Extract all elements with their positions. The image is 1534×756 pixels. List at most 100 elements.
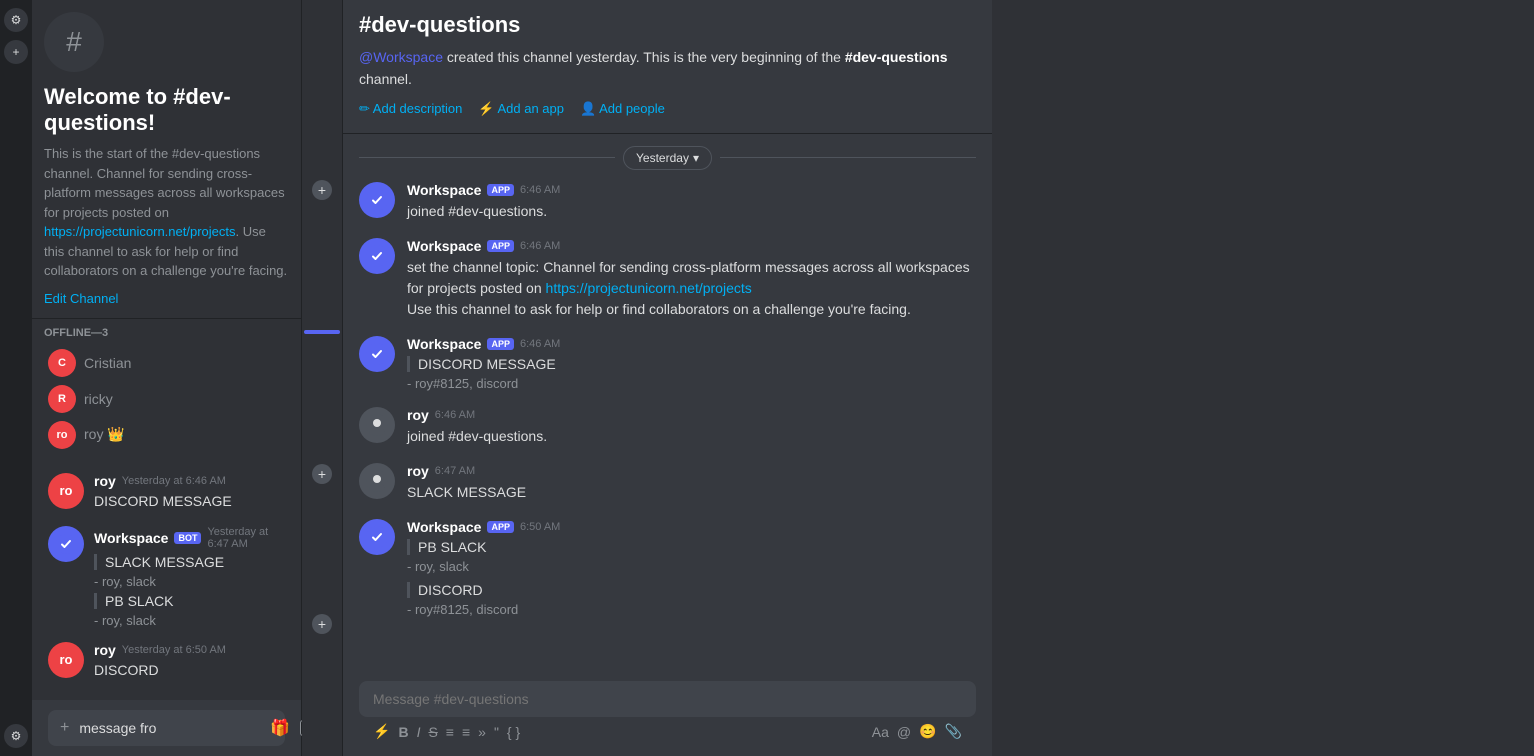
add-app-link[interactable]: ⚡ Add an app [478, 101, 564, 117]
sidebar-icons: ⚙ + ⚙ [0, 0, 32, 756]
quoted-slack: SLACK MESSAGE [94, 554, 285, 570]
toolbar-emoji[interactable]: 😊 [919, 723, 936, 740]
member-ricky[interactable]: R ricky [44, 381, 289, 417]
settings-icon[interactable]: ⚙ [4, 724, 28, 748]
right-input-area: ⚡ B I S ≡ ≡ » " { } Aa @ 😊 📎 [343, 671, 992, 756]
message-input[interactable] [79, 720, 260, 736]
channel-name-bold: #dev-questions [845, 49, 948, 65]
msg-sub-2: - roy, slack [94, 613, 285, 628]
msg-time: Yesterday at 6:47 AM [207, 526, 285, 550]
msg-time: Yesterday at 6:46 AM [122, 475, 226, 487]
toolbar-mention[interactable]: @ [897, 724, 911, 740]
project-link-right[interactable]: https://projectunicorn.net/projects [546, 280, 752, 296]
channel-actions: ✏ Add description ⚡ Add an app 👤 Add peo… [359, 101, 976, 117]
avatar-roy-msg-2: ro [48, 642, 84, 678]
right-msg-author-ws4: Workspace [407, 519, 481, 535]
toolbar-attach[interactable]: 📎 [945, 723, 962, 740]
right-msg-workspace-joined: Workspace APP 6:46 AM joined #dev-questi… [359, 182, 976, 222]
right-avatar-workspace-2 [359, 238, 395, 274]
project-link[interactable]: https://projectunicorn.net/projects [44, 224, 236, 239]
right-quoted-pbslack: PB SLACK [407, 539, 976, 555]
right-msg-time-ws4: 6:50 AM [520, 521, 560, 533]
avatar-cristian: C [48, 349, 76, 377]
right-msg-time-roy: 6:46 AM [435, 409, 475, 421]
toolbar-list2[interactable]: ≡ [462, 724, 470, 740]
quoted-pb-slack: PB SLACK [94, 593, 285, 609]
welcome-title: Welcome to #dev-questions! [44, 84, 289, 136]
right-msg-author-roy-2: roy [407, 463, 429, 479]
right-msg-roy-joined: roy 6:46 AM joined #dev-questions. [359, 407, 976, 447]
msg-text-roy2: DISCORD [94, 660, 285, 681]
gift-icon[interactable]: 🎁 [270, 718, 290, 738]
toolbar-italic[interactable]: I [417, 724, 421, 740]
workspace-mention: @Workspace [359, 49, 443, 65]
add-people-link[interactable]: 👤 Add people [580, 101, 665, 117]
toolbar-list1[interactable]: ≡ [446, 724, 454, 740]
toolbar-strike[interactable]: S [428, 724, 437, 740]
add-description-link[interactable]: ✏ Add description [359, 101, 462, 117]
bot-badge: BOT [174, 532, 201, 544]
right-msg-text: joined #dev-questions. [407, 201, 976, 222]
msg-text: DISCORD MESSAGE [94, 491, 285, 512]
right-panel: #dev-questions @Workspace created this c… [342, 0, 992, 756]
toolbar-bold[interactable]: B [398, 724, 408, 740]
date-divider: Yesterday ▾ [359, 134, 976, 182]
toolbar-bolt[interactable]: ⚡ [373, 723, 390, 740]
right-msg-author: Workspace [407, 182, 481, 198]
toolbar-code[interactable]: { } [507, 724, 520, 740]
toolbar-quote[interactable]: " [494, 724, 499, 740]
right-messages-list: Yesterday ▾ Workspace APP 6:46 AM joined… [343, 134, 992, 671]
message-input-box: + 🎁 GIF 😊 [48, 710, 285, 746]
add-server-button[interactable]: + [4, 40, 28, 64]
toolbar-aa[interactable]: Aa [872, 724, 889, 740]
add-attachment-icon[interactable]: + [60, 719, 69, 737]
app-badge: APP [487, 184, 514, 196]
msg-author: roy [94, 473, 116, 489]
msg-time-roy2: Yesterday at 6:50 AM [122, 644, 226, 656]
right-msg-time: 6:46 AM [520, 184, 560, 196]
plus-column: + + + [302, 0, 342, 756]
right-avatar-workspace-4 [359, 519, 395, 555]
right-input-box [359, 681, 976, 717]
right-msg-author-3: Workspace [407, 336, 481, 352]
right-toolbar: ⚡ B I S ≡ ≡ » " { } Aa @ 😊 📎 [359, 717, 976, 740]
right-message-input[interactable] [373, 691, 962, 707]
msg-author-roy2: roy [94, 642, 116, 658]
avatar-roy-msg: ro [48, 473, 84, 509]
right-msg-time-roy-2: 6:47 AM [435, 465, 475, 477]
plus-button-1[interactable]: + [312, 180, 332, 200]
member-name-cristian: Cristian [84, 355, 131, 371]
right-msg-workspace-650: Workspace APP 6:50 AM PB SLACK - roy, sl… [359, 519, 976, 617]
channel-title: #dev-questions [359, 12, 976, 38]
toolbar-more[interactable]: » [478, 724, 486, 740]
right-quoted-sub: - roy#8125, discord [407, 376, 976, 391]
avatar-workspace-msg [48, 526, 84, 562]
plus-button-2[interactable]: + [312, 464, 332, 484]
right-msg-time-3: 6:46 AM [520, 338, 560, 350]
member-roy[interactable]: ro roy 👑 [44, 417, 289, 453]
message-roy-2: ro roy Yesterday at 6:50 AM DISCORD [48, 642, 285, 681]
edit-channel-link[interactable]: Edit Channel [44, 291, 118, 306]
gear-icon[interactable]: ⚙ [4, 8, 28, 32]
message-workspace-1: Workspace BOT Yesterday at 6:47 AM SLACK… [48, 526, 285, 628]
right-msg-text-roy: joined #dev-questions. [407, 426, 976, 447]
member-cristian[interactable]: C Cristian [44, 345, 289, 381]
right-msg-text-roy-2: SLACK MESSAGE [407, 482, 976, 503]
plus-button-3[interactable]: + [312, 614, 332, 634]
right-avatar-workspace [359, 182, 395, 218]
app-badge-3: APP [487, 338, 514, 350]
avatar-ricky: R [48, 385, 76, 413]
crown-icon: 👑 [107, 426, 124, 442]
active-indicator [304, 330, 340, 334]
welcome-description: This is the start of the #dev-questions … [44, 144, 289, 281]
channel-hash-icon: # [44, 12, 104, 72]
right-msg-workspace-topic: Workspace APP 6:46 AM set the channel to… [359, 238, 976, 320]
member-name-ricky: ricky [84, 391, 113, 407]
message-roy-1: ro roy Yesterday at 6:46 AM DISCORD MESS… [48, 473, 285, 512]
date-pill[interactable]: Yesterday ▾ [623, 146, 712, 170]
channel-messages-list: ro roy Yesterday at 6:46 AM DISCORD MESS… [32, 461, 301, 701]
channel-description: @Workspace created this channel yesterda… [359, 46, 976, 91]
right-msg-author-roy: roy [407, 407, 429, 423]
msg-author: Workspace [94, 530, 168, 546]
right-msg-workspace-discord: Workspace APP 6:46 AM DISCORD MESSAGE - … [359, 336, 976, 391]
